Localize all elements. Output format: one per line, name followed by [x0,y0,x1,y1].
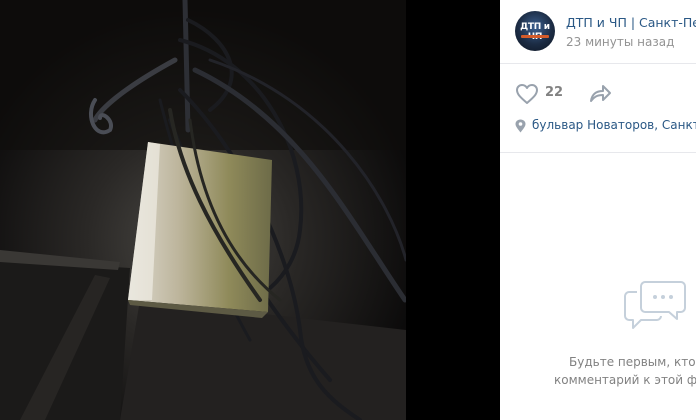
like-count[interactable]: 22 [545,85,563,100]
post-photo[interactable] [0,0,406,420]
no-comments-line-1: Будьте первым, кто с [569,355,696,369]
post-time[interactable]: 23 минуты назад [566,35,674,49]
location-link[interactable]: бульвар Новаторов, Санкт- [532,118,696,132]
group-name-link[interactable]: ДТП и ЧП | Санкт-Пет [566,15,696,30]
post-header: ДТП и ЧП ДТП и ЧП | Санкт-Пет 23 минуты … [500,0,696,64]
avatar-logo-text: ДТП и ЧП [520,22,550,42]
map-pin-icon [515,118,526,137]
no-comments-line-2: комментарий к этой ф [554,373,696,387]
group-avatar[interactable]: ДТП и ЧП [515,11,555,51]
post-side-panel: ДТП и ЧП ДТП и ЧП | Санкт-Пет 23 минуты … [500,0,696,420]
share-arrow-icon[interactable] [588,83,612,109]
location-row[interactable]: бульвар Новаторов, Санкт- [500,108,696,153]
avatar-stripe [521,35,549,38]
heart-icon[interactable] [515,83,539,109]
chat-bubbles-icon [623,274,687,336]
photo-viewer: ДТП и ЧП ДТП и ЧП | Санкт-Пет 23 минуты … [0,0,696,420]
viewer-gap [406,0,500,420]
photo-image [0,0,406,420]
